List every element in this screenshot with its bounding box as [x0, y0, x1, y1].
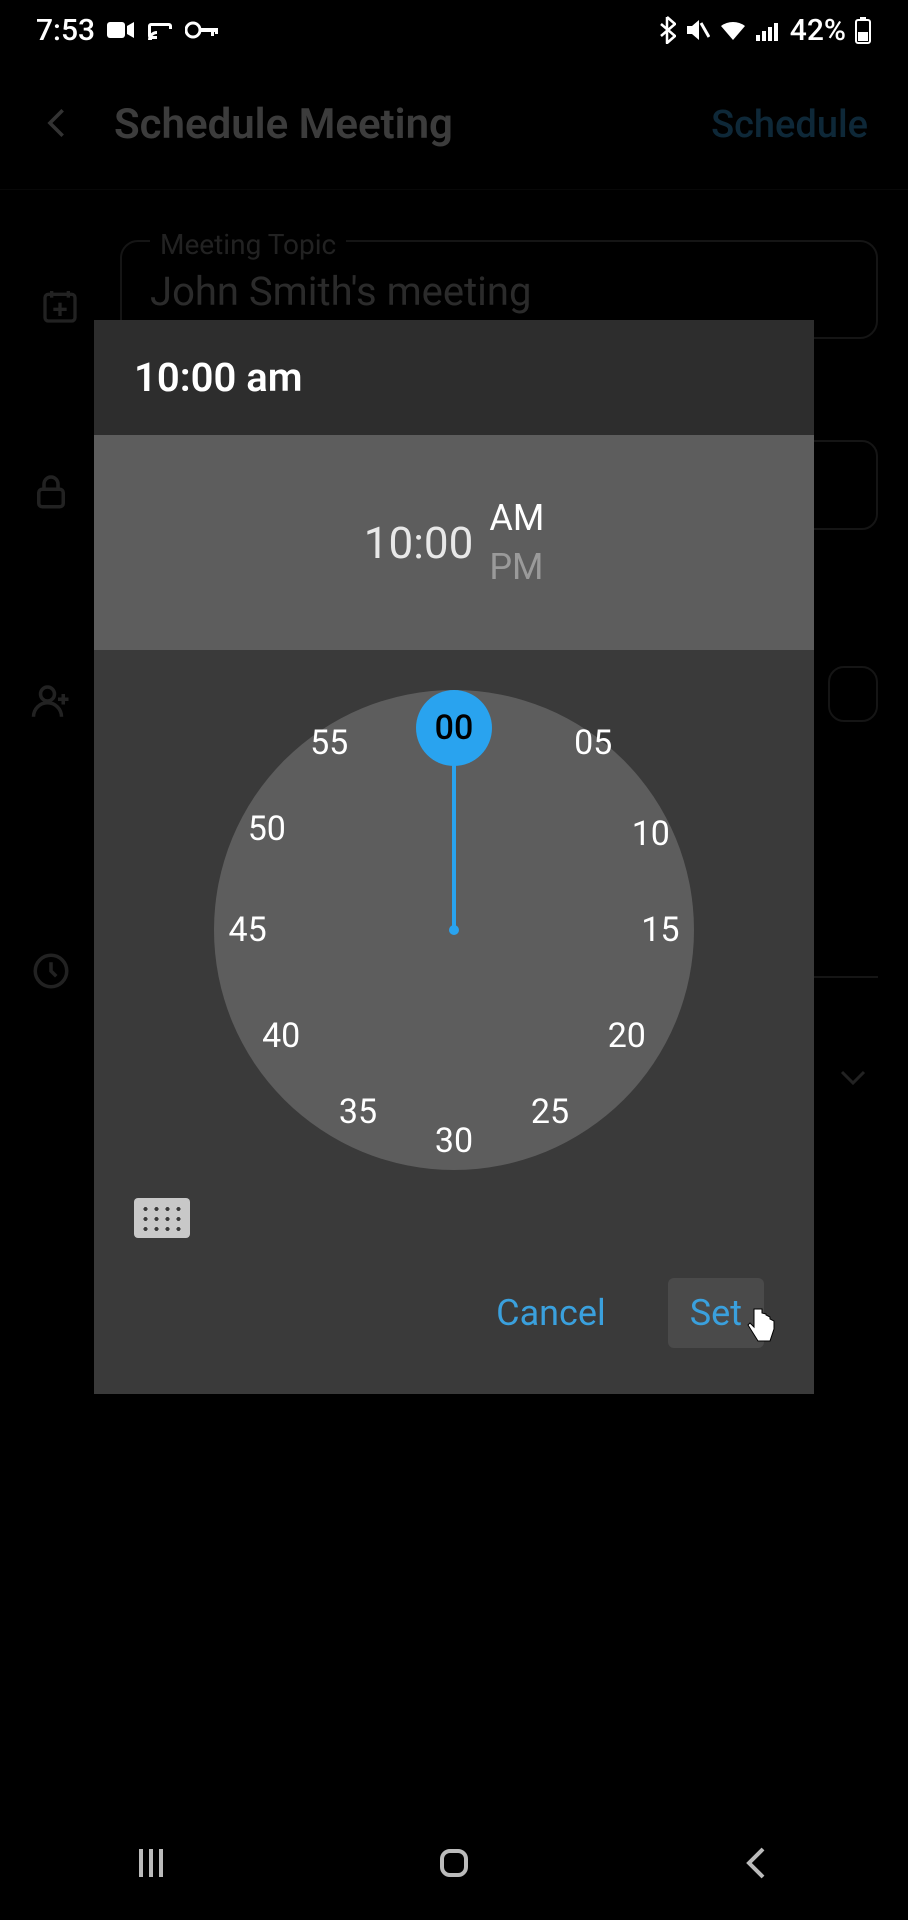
- cancel-button[interactable]: Cancel: [474, 1278, 628, 1348]
- pm-option[interactable]: PM: [489, 543, 544, 592]
- clock-face[interactable]: 00 00 05 10 15 20 25 30 35 40 45 50 55: [214, 690, 694, 1170]
- system-nav-bar: [0, 1810, 908, 1920]
- clock-num-50[interactable]: 50: [237, 799, 297, 859]
- clock-num-30[interactable]: 30: [424, 1111, 484, 1171]
- clock-num-25[interactable]: 25: [520, 1082, 580, 1142]
- overlay: 10:00 am 10:00 AM PM 00 00 05 10 15 20 2…: [0, 60, 908, 1920]
- clock-center: [449, 925, 459, 935]
- digital-time-row: 10:00 AM PM: [94, 435, 814, 650]
- digital-hour[interactable]: 10:00: [364, 517, 474, 569]
- nav-back-icon[interactable]: [733, 1839, 781, 1891]
- battery-percent: 42%: [790, 13, 846, 48]
- battery-icon: [854, 16, 872, 44]
- clock-num-20[interactable]: 20: [597, 1006, 657, 1066]
- clock-num-10[interactable]: 10: [621, 804, 681, 864]
- cast-icon: [147, 19, 173, 41]
- bluetooth-icon: [658, 16, 676, 44]
- video-icon: [107, 20, 135, 40]
- clock-num-55[interactable]: 55: [299, 713, 359, 773]
- time-picker-title: 10:00 am: [94, 320, 814, 435]
- mute-icon: [684, 17, 710, 43]
- status-right: 42%: [658, 13, 872, 48]
- keyboard-icon: [134, 1198, 190, 1238]
- clock-num-35[interactable]: 35: [328, 1082, 388, 1142]
- status-bar: 7:53 42%: [0, 0, 908, 60]
- wifi-icon: [718, 19, 748, 41]
- clock-num-40[interactable]: 40: [251, 1006, 311, 1066]
- status-time: 7:53: [36, 13, 95, 48]
- vpn-key-icon: [185, 21, 219, 39]
- keyboard-toggle[interactable]: [94, 1190, 814, 1238]
- clock-num-15[interactable]: 15: [630, 900, 690, 960]
- clock-area: 00 00 05 10 15 20 25 30 35 40 45 50 55: [94, 650, 814, 1190]
- set-button-label: Set: [690, 1292, 742, 1334]
- set-button[interactable]: Set: [668, 1278, 764, 1348]
- signal-icon: [756, 19, 782, 41]
- clock-hand: [452, 765, 456, 930]
- nav-home-icon[interactable]: [430, 1839, 478, 1891]
- clock-num-05[interactable]: 05: [563, 713, 623, 773]
- nav-recents-icon[interactable]: [127, 1839, 175, 1891]
- status-left: 7:53: [36, 13, 219, 48]
- time-picker-dialog: 10:00 am 10:00 AM PM 00 00 05 10 15 20 2…: [94, 320, 814, 1394]
- clock-num-45[interactable]: 45: [218, 900, 278, 960]
- am-option[interactable]: AM: [489, 494, 544, 543]
- dialog-actions: Cancel Set: [94, 1238, 814, 1394]
- ampm-selector[interactable]: AM PM: [489, 494, 544, 591]
- cursor-hand-icon: [744, 1307, 778, 1354]
